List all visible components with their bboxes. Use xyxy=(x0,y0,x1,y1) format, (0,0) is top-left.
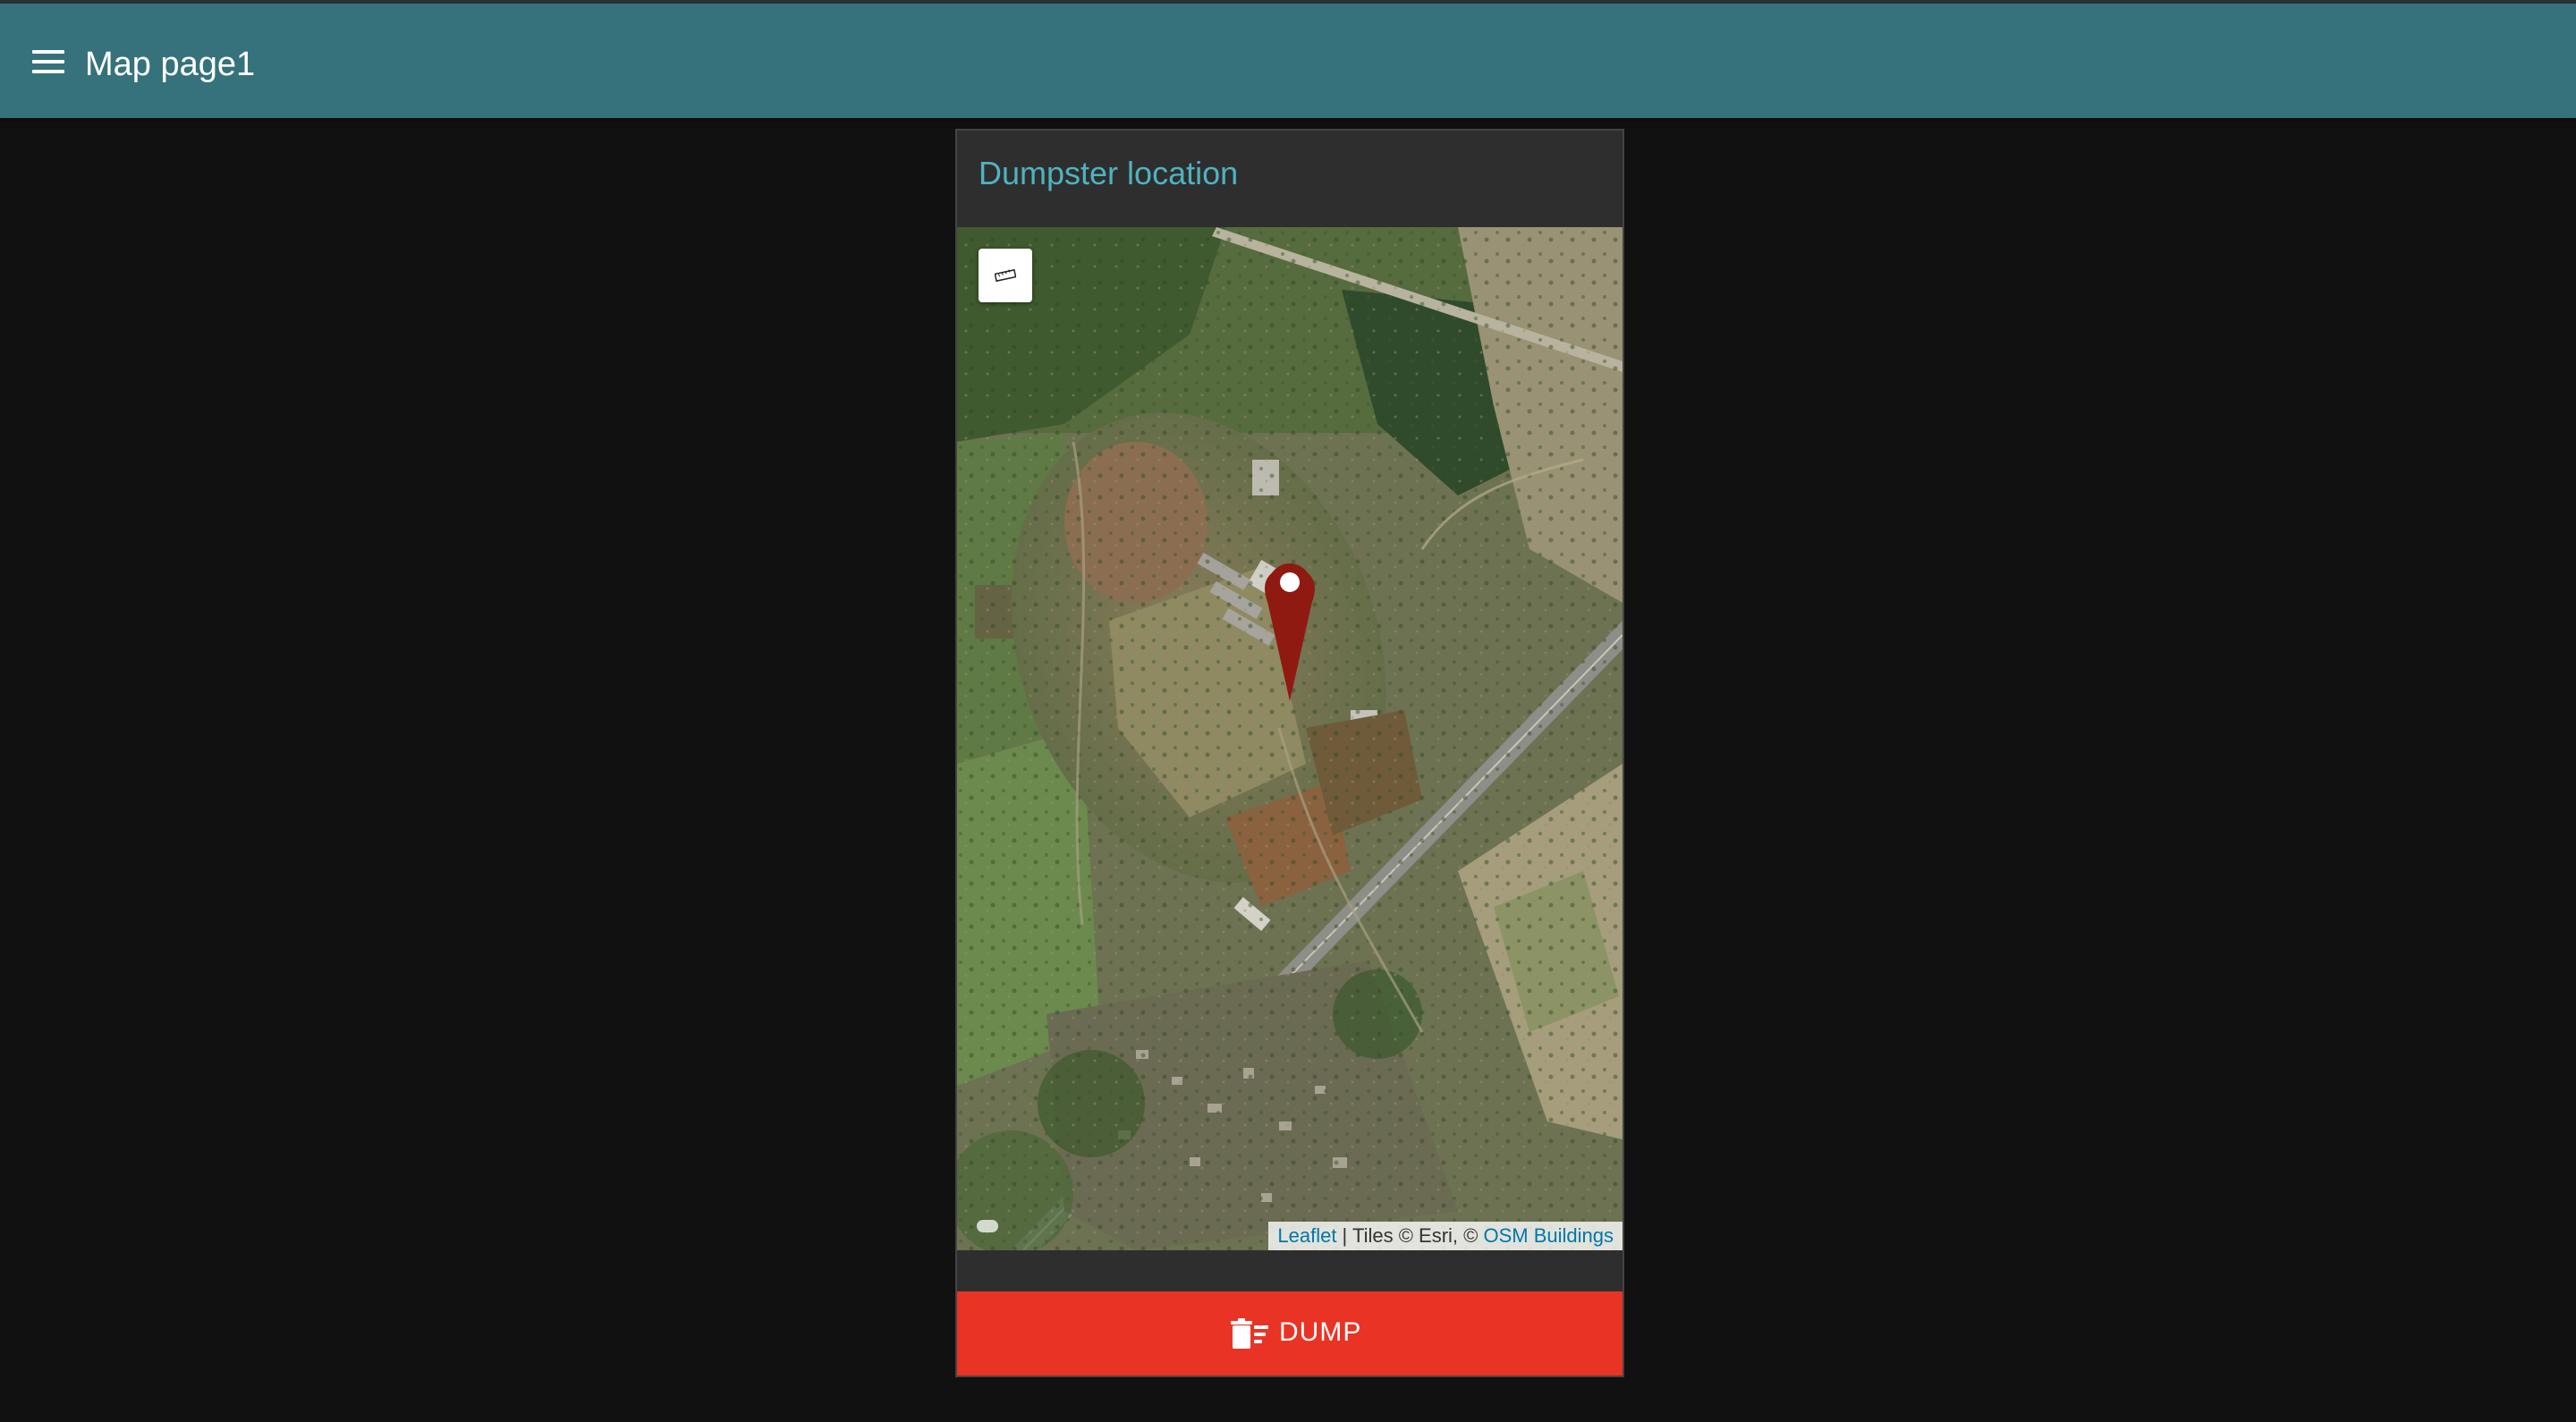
page-title: Map page1 xyxy=(85,46,256,83)
card-header: Dumpster location xyxy=(957,131,1623,227)
osm-buildings-link[interactable]: OSM Buildings xyxy=(1483,1224,1614,1247)
app-bar: Map page1 xyxy=(0,0,2576,118)
map-attribution: Leaflet | Tiles © Esri, © OSM Buildings xyxy=(1268,1222,1623,1250)
trash-list-icon xyxy=(1231,1318,1268,1349)
leaflet-link[interactable]: Leaflet xyxy=(1277,1224,1336,1247)
dumpster-location-card: Dumpster location Leaflet | Tiles © Esri… xyxy=(955,129,1624,1377)
dump-button[interactable]: DUMP xyxy=(957,1291,1623,1375)
measure-tool-button[interactable] xyxy=(979,249,1032,302)
satellite-map[interactable]: Leaflet | Tiles © Esri, © OSM Buildings xyxy=(957,227,1623,1250)
card-title: Dumpster location xyxy=(979,155,1239,191)
scale-control xyxy=(977,1220,998,1232)
attribution-text: | Tiles © Esri, © xyxy=(1336,1224,1484,1247)
ruler-icon xyxy=(995,268,1016,283)
dump-button-label: DUMP xyxy=(1279,1317,1362,1347)
satellite-imagery xyxy=(957,227,1623,1250)
dump-button-content: DUMP xyxy=(957,1291,1623,1375)
hamburger-menu-icon[interactable] xyxy=(32,50,68,75)
